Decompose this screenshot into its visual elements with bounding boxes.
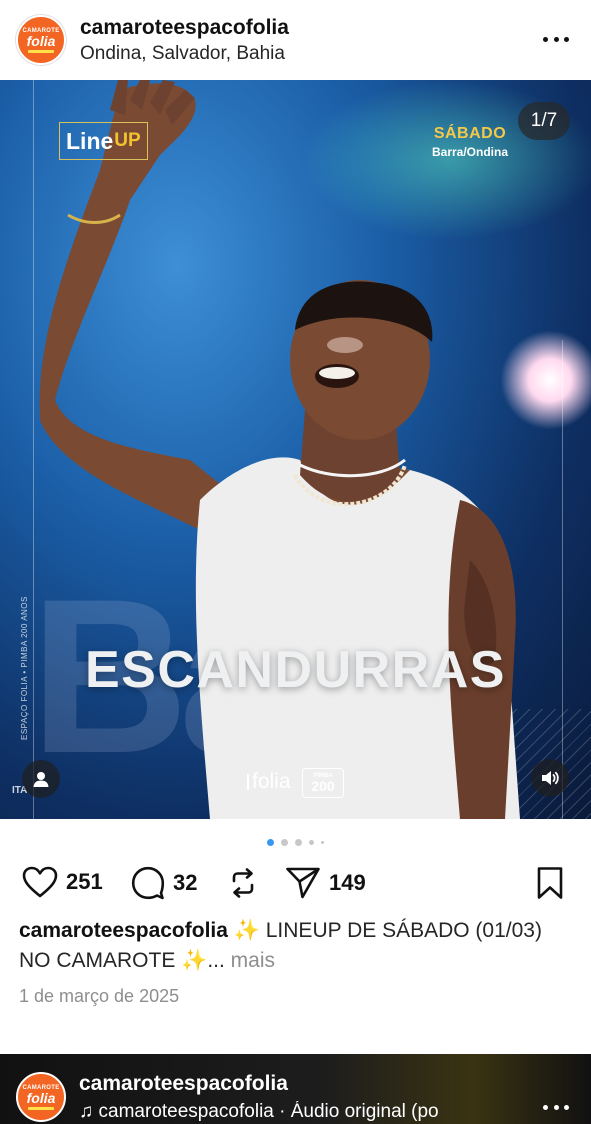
avatar-logo-base xyxy=(28,1106,54,1110)
lineup-badge-up: UP xyxy=(114,130,141,151)
send-icon xyxy=(286,867,320,899)
lineup-badge: Line UP xyxy=(59,122,148,160)
next-post-header[interactable]: CAMAROTE folia camaroteespacofolia ♫ cam… xyxy=(0,1054,591,1124)
avatar-logo-base xyxy=(28,49,54,53)
avatar-logo-text: folia xyxy=(26,32,56,49)
header-text: camaroteespacofolia Ondina, Salvador, Ba… xyxy=(80,15,289,66)
caption-username[interactable]: camaroteespacofolia xyxy=(19,919,228,942)
artist-name: ESCANDURRAS xyxy=(85,641,506,699)
carousel-counter-text: 1/7 xyxy=(530,110,558,131)
pagination-dot xyxy=(295,838,302,846)
repost-icon xyxy=(232,868,254,898)
more-horizontal-icon xyxy=(543,1104,548,1110)
user-icon xyxy=(33,772,49,787)
carousel-pagination xyxy=(0,836,591,848)
more-options-button[interactable] xyxy=(543,26,569,52)
repost-button[interactable] xyxy=(226,866,260,900)
caption-more-link[interactable]: mais xyxy=(225,949,275,972)
more-dot xyxy=(553,36,559,42)
post-caption: camaroteespacofolia ✨ LINEUP DE SÁBADO (… xyxy=(19,916,569,976)
like-button[interactable]: 251 xyxy=(22,866,103,898)
share-button[interactable]: 149 xyxy=(285,866,366,900)
more-dot xyxy=(553,1104,559,1110)
next-post-more-button[interactable] xyxy=(543,1094,569,1120)
event-day-title: SÁBADO xyxy=(433,125,507,142)
more-dot xyxy=(564,36,569,42)
artist-photo xyxy=(39,80,521,819)
pagination-dot xyxy=(309,839,314,845)
avatar[interactable]: CAMAROTE folia xyxy=(16,15,66,65)
event-day: SÁBADO Barra/Ondina xyxy=(420,125,520,159)
avatar-logo-text: folia xyxy=(26,1089,56,1106)
sound-toggle-button[interactable] xyxy=(531,759,569,797)
more-dot xyxy=(564,1104,569,1110)
save-button[interactable] xyxy=(535,866,565,900)
heart-icon xyxy=(22,866,58,898)
comment-button[interactable]: 32 xyxy=(131,866,197,900)
speaker-icon xyxy=(542,771,559,785)
more-horizontal-icon xyxy=(543,36,548,42)
pimba-logo: PIMBA 200 xyxy=(302,768,344,798)
avatar[interactable]: CAMAROTE folia xyxy=(16,1072,66,1122)
post-date: 1 de março de 2025 xyxy=(19,986,180,1006)
next-post-audio[interactable]: ♫ camaroteespacofolia · Áudio original (… xyxy=(79,1101,509,1123)
post-header: CAMAROTE folia camaroteespacofolia Ondin… xyxy=(0,0,591,80)
tagged-users-button[interactable] xyxy=(22,760,60,798)
pagination-dot xyxy=(281,838,288,846)
share-count: 149 xyxy=(329,870,366,895)
side-vertical-text: ESPAÇO FOLIA • PIMBA 200 ANOS xyxy=(20,596,29,740)
pimba-logo-number: 200 xyxy=(311,778,335,794)
comment-count: 32 xyxy=(173,870,198,895)
bookmark-icon xyxy=(537,867,563,899)
pagination-dot-active xyxy=(267,838,274,846)
next-post-username[interactable]: camaroteespacofolia xyxy=(79,1072,288,1096)
lineup-badge-text: Line xyxy=(66,127,114,154)
post-media[interactable]: Ba Line UP SÁBADO Barra/Ondina 1/7 ESCAN… xyxy=(0,80,591,819)
like-count: 251 xyxy=(66,869,103,894)
location-link[interactable]: Ondina, Salvador, Bahia xyxy=(80,41,289,66)
carousel-counter: 1/7 xyxy=(518,102,570,140)
pagination-dot xyxy=(321,840,324,844)
folia-logo: folia xyxy=(247,770,291,794)
folia-logo-bar xyxy=(247,774,249,790)
username-link[interactable]: camaroteespacofolia xyxy=(80,15,289,41)
action-bar: 251 32 149 xyxy=(0,858,591,908)
comment-icon xyxy=(131,866,165,900)
folia-logo-text: folia xyxy=(252,770,291,793)
event-day-location: Barra/Ondina xyxy=(431,145,509,159)
